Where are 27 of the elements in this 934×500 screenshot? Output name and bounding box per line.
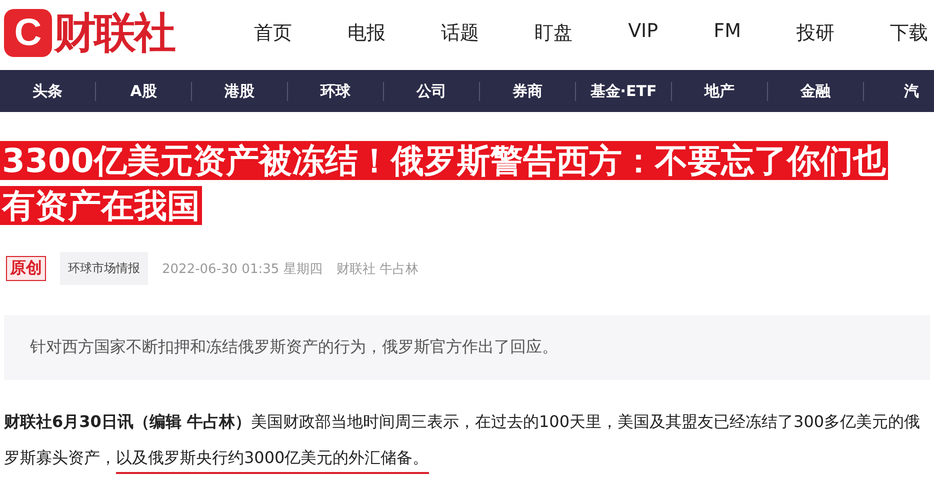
headline: 3300亿美元资产被冻结！俄罗斯警告西方：不要忘了你们也 — [0, 141, 888, 180]
nav-link[interactable]: VIP — [628, 20, 658, 46]
channel-link[interactable]: 公司 — [383, 82, 479, 100]
channel-link[interactable]: 地产 — [671, 82, 767, 100]
channel-link[interactable]: 港股 — [191, 82, 287, 100]
channel-link[interactable]: 汽 — [863, 82, 934, 100]
nav-link[interactable]: 首页 — [254, 20, 292, 46]
original-badge: 原创 — [6, 256, 46, 281]
nav-link[interactable]: FM — [714, 20, 741, 46]
nav-link[interactable]: 盯盘 — [534, 20, 573, 46]
channel-link[interactable]: 头条 — [0, 82, 95, 100]
publish-time: 2022-06-30 01:35 星期四 — [162, 260, 322, 278]
channel-link[interactable]: 券商 — [479, 82, 575, 100]
headline: 有资产在我国 — [0, 186, 202, 225]
topic-tag[interactable]: 环球市场情报 — [60, 252, 148, 285]
channel-link[interactable]: 基金·ETF — [575, 82, 671, 100]
nav-link[interactable]: 投研 — [796, 20, 834, 46]
article-paragraph: 财联社6月30日讯（编辑 牛占林）美国财政部当地时间周三表示，在过去的100天里，美国及其盟友已经冻结了300多亿美元的俄罗斯寡头资产，以及俄罗斯央行约3000亿美元的外汇储备。 — [4, 404, 934, 476]
nav-link[interactable]: 话题 — [441, 20, 480, 46]
article-summary: 针对西方国家不断扣押和冻结俄罗斯资产的行为，俄罗斯官方作出了回应。 — [4, 315, 930, 380]
channel-link[interactable]: A股 — [95, 82, 191, 100]
channel-link[interactable]: 金融 — [767, 82, 863, 100]
nav-link[interactable]: 电报 — [348, 20, 386, 46]
nav-link[interactable]: 下载 — [890, 20, 928, 46]
site-logo[interactable]: C 财联社 — [4, 5, 254, 61]
channel-link[interactable]: 环球 — [287, 82, 383, 100]
author: 财联社 牛占林 — [336, 260, 418, 278]
